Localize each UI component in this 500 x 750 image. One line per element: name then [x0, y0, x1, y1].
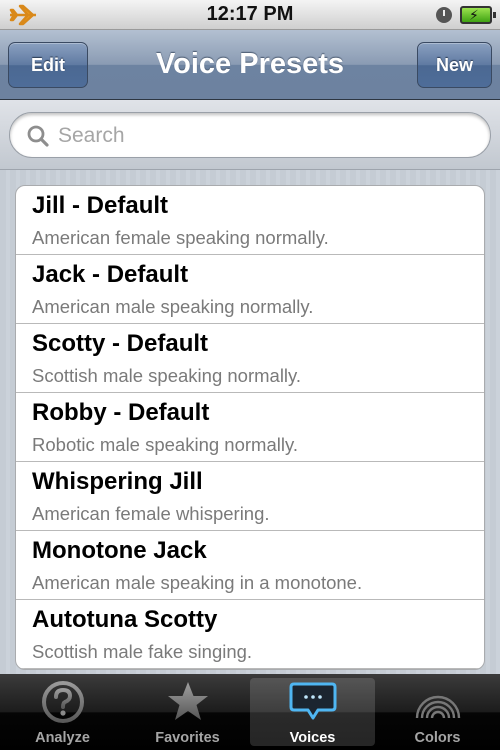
speech-bubble-icon [289, 682, 337, 720]
tab-label: Colors [414, 730, 461, 746]
preset-list: Jill - Default American female speaking … [15, 185, 485, 670]
tab-label: Analyze [35, 730, 90, 746]
preset-row-jack-default[interactable]: Jack - Default American male speaking no… [16, 255, 484, 324]
preset-row-monotone-jack[interactable]: Monotone Jack American male speaking in … [16, 531, 484, 600]
star-icon [168, 682, 208, 720]
preset-row-robby-default[interactable]: Robby - Default Robotic male speaking no… [16, 393, 484, 462]
preset-name: Autotuna Scotty [32, 606, 218, 633]
preset-description: Scottish male fake singing. [32, 641, 253, 662]
preset-name: Scotty - Default [32, 330, 209, 357]
tab-favorites[interactable]: Favorites [125, 674, 250, 750]
tab-voices[interactable]: Voices [250, 678, 375, 746]
new-button[interactable]: New [417, 42, 492, 88]
preset-name: Jack - Default [32, 261, 189, 288]
preset-name: Robby - Default [32, 399, 210, 426]
tab-analyze[interactable]: Analyze [0, 674, 125, 750]
search-field[interactable] [9, 112, 491, 158]
preset-row-jill-default[interactable]: Jill - Default American female speaking … [16, 186, 484, 255]
airplane-mode-icon [9, 4, 36, 26]
search-icon [27, 125, 49, 147]
tab-label: Favorites [155, 730, 220, 746]
status-time: 12:17 PM [206, 3, 294, 25]
preset-description: American male speaking in a monotone. [32, 572, 363, 593]
preset-description: Scottish male speaking normally. [32, 365, 302, 386]
search-bar [0, 100, 500, 170]
preset-description: American male speaking normally. [32, 296, 314, 317]
tab-label: Voices [289, 730, 336, 746]
preset-description: American female speaking normally. [32, 227, 329, 248]
status-bar: 12:17 PM ⚡ [0, 0, 500, 30]
preset-description: American female whispering. [32, 503, 270, 524]
alarm-clock-icon [436, 7, 452, 23]
question-icon [42, 681, 84, 723]
preset-name: Jill - Default [32, 192, 169, 219]
navigation-bar: Edit Voice Presets New [0, 30, 500, 100]
rainbow-icon [415, 695, 461, 719]
preset-description: Robotic male speaking normally. [32, 434, 298, 455]
preset-row-scotty-default[interactable]: Scotty - Default Scottish male speaking … [16, 324, 484, 393]
tab-bar: Analyze Favorites Voices Colors [0, 674, 500, 750]
preset-row-autotuna-scotty[interactable]: Autotuna Scotty Scottish male fake singi… [16, 600, 484, 669]
preset-list-area[interactable]: Jill - Default American female speaking … [0, 170, 500, 674]
preset-row-whispering-jill[interactable]: Whispering Jill American female whisperi… [16, 462, 484, 531]
battery-icon: ⚡ [460, 6, 496, 24]
preset-name: Monotone Jack [32, 537, 207, 564]
tab-colors[interactable]: Colors [375, 674, 500, 750]
search-input[interactable] [58, 121, 468, 151]
preset-name: Whispering Jill [32, 468, 203, 495]
